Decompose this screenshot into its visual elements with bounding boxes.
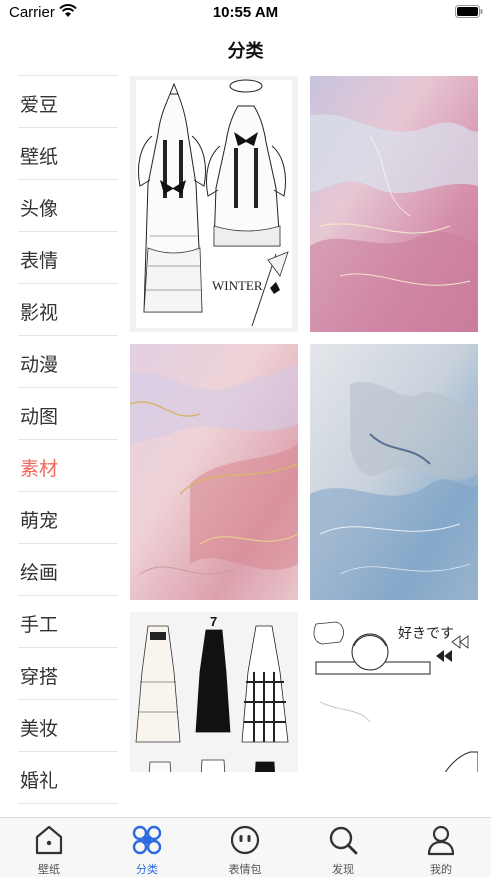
sidebar-item-wedding[interactable]: 婚礼 bbox=[18, 752, 118, 804]
sidebar-item-avatar[interactable]: 头像 bbox=[18, 180, 118, 232]
image-tile[interactable] bbox=[310, 76, 478, 332]
clock-time: 10:55 AM bbox=[212, 4, 279, 21]
tab-sticker[interactable]: 表情包 bbox=[196, 818, 294, 877]
tab-label: 壁纸 bbox=[38, 863, 60, 876]
search-icon bbox=[329, 826, 358, 855]
sidebar-item-label: 头像 bbox=[20, 198, 59, 220]
rose-marble-image bbox=[130, 344, 298, 600]
sidebar-item-label: 手工 bbox=[20, 614, 59, 636]
smiley-icon bbox=[230, 825, 260, 855]
home-icon bbox=[35, 825, 63, 855]
sidebar-item-wallpaper[interactable]: 壁纸 bbox=[18, 128, 118, 180]
sidebar-item-label: 动图 bbox=[20, 406, 59, 428]
tab-category[interactable]: 分类 bbox=[98, 818, 196, 877]
image-tile[interactable] bbox=[310, 344, 478, 600]
sidebar-item-label: 素材 bbox=[20, 458, 59, 480]
page-title: 分类 bbox=[227, 41, 264, 62]
battery-icon bbox=[455, 5, 483, 18]
sidebar-item-gif[interactable]: 动图 bbox=[18, 388, 118, 440]
status-bar: Carrier 10:55 AM bbox=[0, 0, 491, 26]
tab-bar: 壁纸 分类 表情包 发现 我的 bbox=[0, 817, 491, 877]
sidebar-item-label: 爱豆 bbox=[20, 94, 59, 116]
tab-label: 我的 bbox=[430, 863, 452, 876]
profile-icon bbox=[427, 825, 455, 856]
sidebar-item-painting[interactable]: 绘画 bbox=[18, 544, 118, 596]
sidebar-item-label: 绘画 bbox=[20, 562, 59, 584]
tab-profile[interactable]: 我的 bbox=[392, 818, 490, 877]
category-icon bbox=[132, 825, 162, 855]
image-tile[interactable] bbox=[130, 344, 298, 600]
sidebar-item-handcraft[interactable]: 手工 bbox=[18, 596, 118, 648]
dress-sketches-image: 7 bbox=[130, 612, 298, 772]
tile-caption: 好きです bbox=[398, 626, 454, 642]
sidebar-item-label: 萌宠 bbox=[20, 510, 59, 532]
sidebar-item-idol[interactable]: 爱豆 bbox=[18, 76, 118, 128]
sidebar-item-makeup[interactable]: 美妆 bbox=[18, 700, 118, 752]
tab-label: 分类 bbox=[136, 863, 158, 876]
tab-label: 表情包 bbox=[228, 863, 262, 876]
sidebar-item-film[interactable]: 影视 bbox=[18, 284, 118, 336]
sidebar-item-anime[interactable]: 动漫 bbox=[18, 336, 118, 388]
pink-marble-image bbox=[310, 76, 478, 332]
sidebar-item-outfit[interactable]: 穿搭 bbox=[18, 648, 118, 700]
tile-caption: WINTER bbox=[212, 278, 263, 293]
sidebar-item-label: 动漫 bbox=[20, 354, 59, 376]
image-grid: WINTER 7 好きです bbox=[130, 76, 480, 772]
image-tile[interactable]: 好きです bbox=[310, 612, 478, 772]
image-tile[interactable]: WINTER bbox=[130, 76, 298, 332]
blue-marble-image bbox=[310, 344, 478, 600]
tab-discover[interactable]: 发现 bbox=[294, 818, 392, 877]
sidebar-item-label: 婚礼 bbox=[20, 770, 59, 792]
tab-wallpaper[interactable]: 壁纸 bbox=[0, 818, 98, 877]
sidebar-item-label: 美妆 bbox=[20, 718, 59, 740]
dress-sketch-image: WINTER bbox=[130, 76, 298, 332]
sidebar-item-pets[interactable]: 萌宠 bbox=[18, 492, 118, 544]
sidebar-item-label: 穿搭 bbox=[20, 666, 59, 688]
tab-label: 发现 bbox=[332, 863, 354, 876]
sidebar-item-label: 影视 bbox=[20, 302, 59, 324]
anime-doodle-image: 好きです bbox=[310, 612, 478, 772]
sidebar-item-label: 表情 bbox=[20, 250, 59, 272]
sidebar-item-emoji[interactable]: 表情 bbox=[18, 232, 118, 284]
tile-caption: 7 bbox=[210, 614, 217, 629]
image-tile[interactable]: 7 bbox=[130, 612, 298, 772]
sidebar-item-material[interactable]: 素材 bbox=[18, 440, 118, 492]
sidebar-item-label: 壁纸 bbox=[20, 146, 59, 168]
